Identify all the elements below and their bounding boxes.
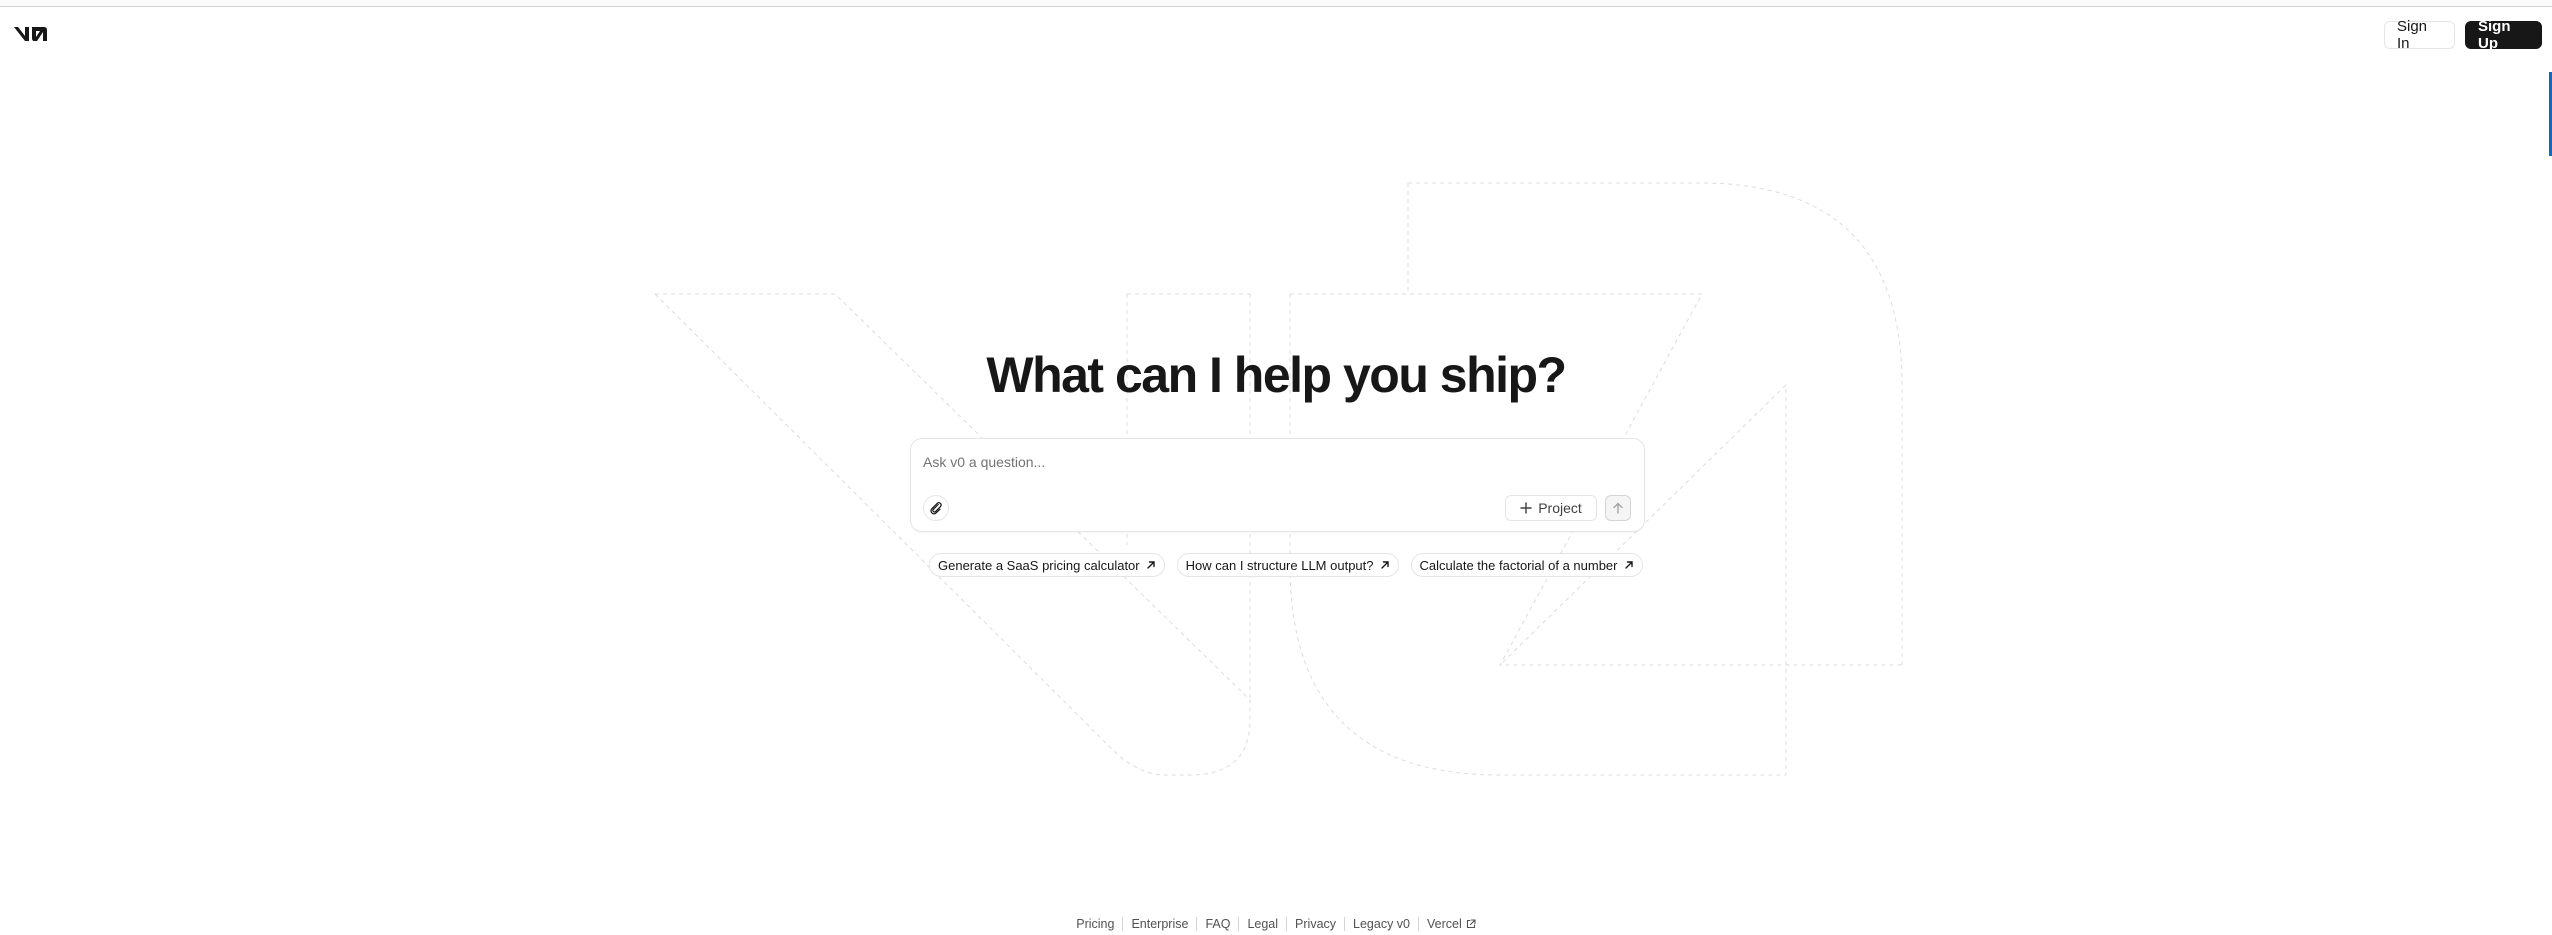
arrow-up-icon [1613,502,1623,514]
footer-link-legacy-v0[interactable]: Legacy v0 [1344,917,1418,931]
attach-button[interactable] [923,495,949,521]
footer-links: Pricing Enterprise FAQ Legal Privacy Leg… [0,917,2552,931]
footer-link-enterprise[interactable]: Enterprise [1122,917,1196,931]
plus-icon [1520,502,1532,514]
suggestion-chip[interactable]: Generate a SaaS pricing calculator [929,553,1165,577]
footer-link-faq[interactable]: FAQ [1196,917,1238,931]
footer-link-legal[interactable]: Legal [1238,917,1286,931]
arrow-up-right-icon [1380,561,1389,569]
arrow-up-right-icon [1146,561,1155,569]
footer-link-vercel[interactable]: Vercel [1418,917,1484,931]
page: Sign In Sign Up What can I help you ship… [0,0,2552,935]
suggestion-chip[interactable]: Calculate the factorial of a number [1410,553,1643,577]
suggestion-label: Generate a SaaS pricing calculator [938,557,1140,573]
prompt-box: Project [910,438,1645,532]
external-link-icon [1466,919,1476,929]
send-button[interactable] [1605,495,1631,521]
suggestion-label: How can I structure LLM output? [1185,557,1374,573]
top-rule [0,0,2552,7]
sign-up-button[interactable]: Sign Up [2465,18,2542,52]
suggestion-chips: Generate a SaaS pricing calculator How c… [929,553,1643,577]
suggestion-label: Calculate the factorial of a number [1419,557,1618,573]
footer-link-label: Vercel [1427,917,1462,931]
arrow-up-right-icon [1624,561,1633,569]
suggestion-chip[interactable]: How can I structure LLM output? [1176,553,1399,577]
footer-link-privacy[interactable]: Privacy [1286,917,1344,931]
sign-in-button[interactable]: Sign In [2384,18,2455,52]
footer-link-pricing[interactable]: Pricing [1068,917,1122,931]
project-label: Project [1538,500,1582,516]
page-title: What can I help you ship? [986,347,1567,403]
v0-logo-icon[interactable] [13,24,49,44]
project-button[interactable]: Project [1505,495,1597,521]
header-actions: Sign In Sign Up [2384,18,2542,52]
paperclip-icon [930,502,942,515]
prompt-input[interactable] [923,451,1623,473]
